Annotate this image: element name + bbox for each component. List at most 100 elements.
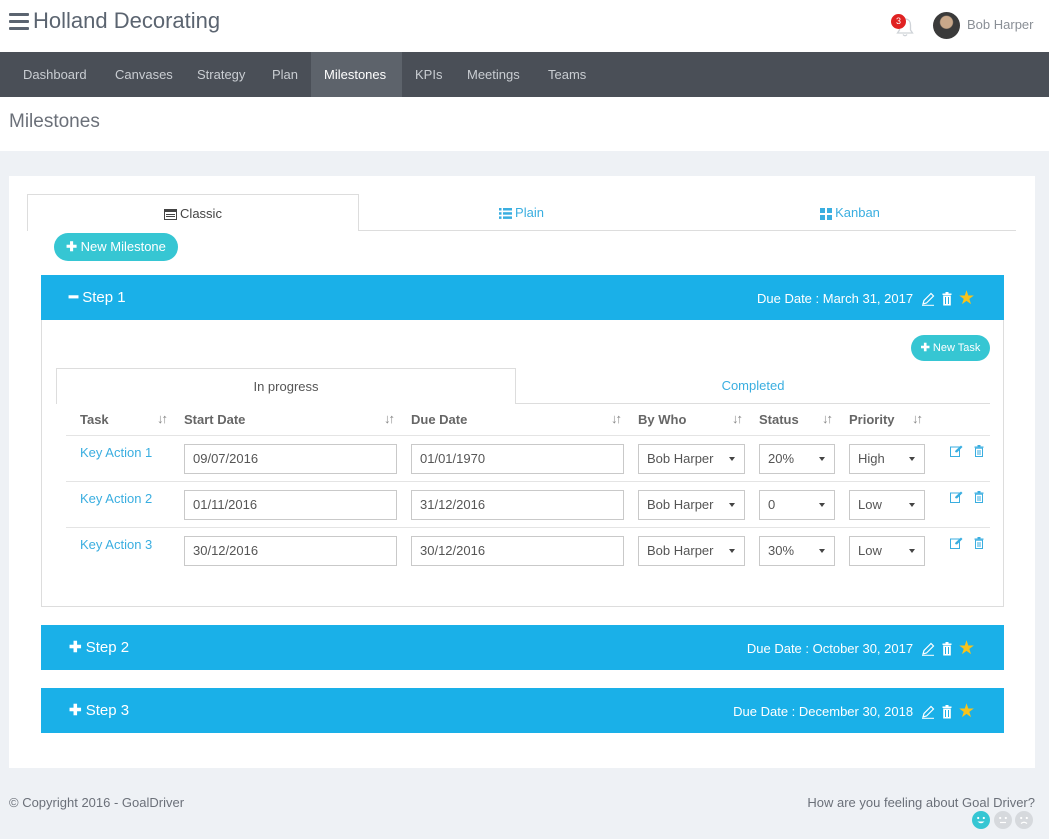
task-link-key-action-3[interactable]: Key Action 3 <box>80 537 152 552</box>
grid-icon <box>820 207 833 220</box>
tab-classic[interactable]: Classic <box>27 194 359 231</box>
nav-item-meetings[interactable]: Meetings <box>454 52 533 97</box>
step-3-due-label: Due Date : December 30, 2018 <box>733 704 914 719</box>
happy-face-icon[interactable] <box>972 811 990 829</box>
edit-icon[interactable] <box>921 642 935 656</box>
app-title: Holland Decorating <box>33 8 221 33</box>
by-who-select[interactable]: Bob Harper <box>638 490 745 520</box>
edit-icon[interactable] <box>950 445 963 457</box>
status-select[interactable]: 30% <box>759 536 835 566</box>
sort-icon[interactable]: ↓↑ <box>822 411 833 426</box>
tab-kanban-label: Kanban <box>835 205 880 220</box>
task-link-key-action-2[interactable]: Key Action 2 <box>80 491 152 506</box>
tab-completed[interactable]: Completed <box>516 368 990 404</box>
nav-item-kpis[interactable]: KPIs <box>402 52 455 97</box>
column-header-by-who[interactable]: By Who <box>638 412 686 427</box>
nav-item-strategy[interactable]: Strategy <box>184 52 258 97</box>
sad-face-icon[interactable] <box>1015 811 1033 829</box>
plus-icon: ✚ <box>920 342 930 354</box>
top-bar: Holland Decorating 3 Bob Harper <box>0 0 1049 52</box>
nav-item-teams[interactable]: Teams <box>535 52 599 97</box>
step-3-header[interactable]: ✚ Step 3 Due Date : December 30, 2018 ★ <box>41 688 1004 733</box>
step-1-header[interactable]: ━ Step 1 Due Date : March 31, 2017 ★ <box>41 275 1004 320</box>
subtabs-divider <box>516 403 990 404</box>
due-date-input[interactable]: 31/12/2016 <box>411 490 624 520</box>
step-2-label: Step 2 <box>85 639 130 656</box>
edit-icon[interactable] <box>921 292 935 306</box>
row-divider <box>66 435 990 436</box>
column-header-start-date[interactable]: Start Date <box>184 412 245 427</box>
by-who-select[interactable]: Bob Harper <box>638 536 745 566</box>
nav-item-plan[interactable]: Plan <box>259 52 311 97</box>
priority-select[interactable]: Low <box>849 490 925 520</box>
task-link-key-action-1[interactable]: Key Action 1 <box>80 445 152 460</box>
start-date-input[interactable]: 30/12/2016 <box>184 536 397 566</box>
plus-icon: ✚ <box>66 239 77 254</box>
edit-icon[interactable] <box>950 491 963 503</box>
step-1-due-label: Due Date : March 31, 2017 <box>756 291 914 306</box>
tab-in-progress[interactable]: In progress <box>56 368 516 404</box>
trash-icon[interactable] <box>942 704 952 719</box>
avatar[interactable] <box>933 12 960 39</box>
star-icon[interactable]: ★ <box>958 638 975 659</box>
tabs-divider <box>359 230 1016 231</box>
sort-icon[interactable]: ↓↑ <box>912 411 923 426</box>
new-milestone-button[interactable]: ✚ New Milestone <box>54 233 178 261</box>
sort-icon[interactable]: ↓↑ <box>157 411 168 426</box>
step-3-label: Step 3 <box>85 702 130 719</box>
start-date-input[interactable]: 01/11/2016 <box>184 490 397 520</box>
collapse-icon: ━ <box>69 289 79 306</box>
notification-badge: 3 <box>891 14 906 29</box>
nav-item-milestones[interactable]: Milestones <box>311 52 402 97</box>
star-icon[interactable]: ★ <box>958 288 975 309</box>
new-milestone-label: New Milestone <box>80 239 166 254</box>
list-icon <box>499 208 513 219</box>
edit-icon[interactable] <box>950 537 963 549</box>
neutral-face-icon[interactable] <box>994 811 1012 829</box>
expand-icon: ✚ <box>69 639 82 656</box>
trash-icon[interactable] <box>942 291 952 306</box>
status-select[interactable]: 0 <box>759 490 835 520</box>
step-1-title[interactable]: ━ Step 1 <box>69 288 126 306</box>
milestones-card: Classic Plain Kanban ✚ New Milestone ━ S… <box>9 176 1035 768</box>
nav-item-dashboard[interactable]: Dashboard <box>10 52 100 97</box>
nav-item-canvases[interactable]: Canvases <box>102 52 186 97</box>
step-2-header[interactable]: ✚ Step 2 Due Date : October 30, 2017 ★ <box>41 625 1004 670</box>
step-2-due: Due Date : October 30, 2017 ★ <box>747 637 975 660</box>
column-header-status[interactable]: Status <box>759 412 799 427</box>
sort-icon[interactable]: ↓↑ <box>732 411 743 426</box>
due-date-input[interactable]: 01/01/1970 <box>411 444 624 474</box>
star-icon[interactable]: ★ <box>958 701 975 722</box>
edit-icon[interactable] <box>921 705 935 719</box>
new-task-label: New Task <box>932 342 981 354</box>
page-title-bar: Milestones <box>0 97 1049 151</box>
trash-icon[interactable] <box>942 641 952 656</box>
step-1-body: ✚ New Task In progress Completed Task ↓↑… <box>41 320 1004 607</box>
tab-plain-label: Plain <box>515 205 544 220</box>
tab-plain[interactable]: Plain <box>359 194 684 231</box>
priority-select[interactable]: High <box>849 444 925 474</box>
column-header-due-date[interactable]: Due Date <box>411 412 467 427</box>
start-date-input[interactable]: 09/07/2016 <box>184 444 397 474</box>
due-date-input[interactable]: 30/12/2016 <box>411 536 624 566</box>
column-header-priority[interactable]: Priority <box>849 412 895 427</box>
tab-kanban[interactable]: Kanban <box>684 194 1016 231</box>
step-3-due: Due Date : December 30, 2018 ★ <box>733 700 975 723</box>
column-header-task[interactable]: Task <box>80 412 109 427</box>
main-nav: Dashboard Canvases Strategy Plan Milesto… <box>0 52 1049 97</box>
priority-select[interactable]: Low <box>849 536 925 566</box>
trash-icon[interactable] <box>974 491 984 503</box>
sort-icon[interactable]: ↓↑ <box>384 411 395 426</box>
page-title: Milestones <box>9 111 100 132</box>
trash-icon[interactable] <box>974 537 984 549</box>
sort-icon[interactable]: ↓↑ <box>611 411 622 426</box>
status-select[interactable]: 20% <box>759 444 835 474</box>
step-3-title[interactable]: ✚ Step 3 <box>69 701 129 719</box>
new-task-button[interactable]: ✚ New Task <box>911 335 990 361</box>
hamburger-menu-icon[interactable] <box>9 13 29 30</box>
user-name[interactable]: Bob Harper <box>967 17 1033 32</box>
step-1-due: Due Date : March 31, 2017 ★ <box>757 287 975 310</box>
by-who-select[interactable]: Bob Harper <box>638 444 745 474</box>
step-2-title[interactable]: ✚ Step 2 <box>69 638 129 656</box>
trash-icon[interactable] <box>974 445 984 457</box>
